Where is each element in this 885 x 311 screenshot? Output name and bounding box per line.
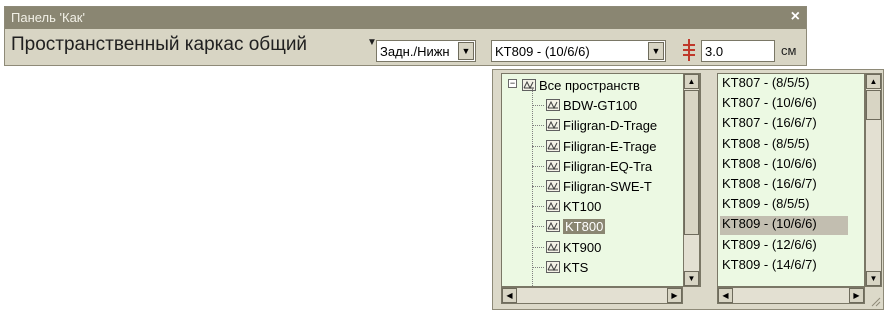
scroll-left-icon[interactable]: ◀ bbox=[502, 288, 517, 303]
truss-icon bbox=[546, 99, 560, 112]
truss-icon bbox=[546, 220, 560, 233]
tree-item-label: Filigran-SWE-T bbox=[563, 179, 652, 194]
scroll-right-icon[interactable]: ▶ bbox=[849, 288, 864, 303]
truss-icon bbox=[546, 180, 560, 192]
tree-connector bbox=[532, 206, 544, 208]
chevron-down-icon[interactable]: ▼ bbox=[458, 42, 474, 60]
panel-kak: Панель 'Как' × Пространственный каркас о… bbox=[4, 6, 807, 66]
pin-icon[interactable] bbox=[680, 38, 698, 62]
list-vertical-scrollbar[interactable]: ▲ ▼ bbox=[865, 73, 882, 287]
scroll-thumb[interactable] bbox=[866, 90, 881, 120]
tree-item-label: Filigran-EQ-Tra bbox=[563, 158, 653, 174]
unit-label: см bbox=[781, 43, 797, 58]
tree-item-label: BDW-GT100 bbox=[563, 98, 638, 114]
list-item[interactable]: KT809 - (12/6/6) bbox=[720, 237, 848, 256]
profile-combo[interactable]: KT809 - (10/6/6) ▼ bbox=[491, 40, 666, 62]
profile-list[interactable]: KT807 - (8/5/5) KT807 - (10/6/6) KT807 - (… bbox=[717, 73, 865, 287]
list-item[interactable]: KT808 - (8/5/5) bbox=[720, 136, 848, 155]
tree-item-label: Filigran-D-Trage bbox=[563, 118, 658, 134]
list-horizontal-scrollbar[interactable]: ◀ ▶ bbox=[717, 287, 865, 304]
scroll-thumb[interactable] bbox=[684, 90, 699, 235]
list-item[interactable]: KT808 - (16/6/7) bbox=[720, 176, 848, 195]
tree-connector bbox=[532, 226, 544, 228]
scroll-up-icon[interactable]: ▲ bbox=[684, 74, 699, 89]
offset-input[interactable] bbox=[701, 40, 775, 62]
scroll-down-icon[interactable]: ▼ bbox=[866, 271, 881, 286]
view-combo[interactable]: Задн./Нижн ▼ bbox=[376, 40, 476, 62]
truss-icon bbox=[522, 79, 536, 91]
collapse-icon[interactable]: − bbox=[508, 79, 517, 88]
list-item[interactable]: KT809 - (14/6/7) bbox=[720, 257, 848, 276]
structure-type-label[interactable]: Пространственный каркас общий bbox=[11, 34, 307, 56]
scroll-left-icon[interactable]: ◀ bbox=[718, 288, 733, 303]
tree-connector bbox=[532, 145, 544, 147]
list-item[interactable]: KT807 - (10/6/6) bbox=[720, 95, 848, 114]
view-combo-value: Задн./Нижн bbox=[380, 44, 450, 59]
profile-tree[interactable]: − Все пространств BDW-GT100 Filigran-D-Tra… bbox=[501, 73, 701, 287]
tree-item-label: Все пространств bbox=[539, 78, 640, 93]
list-item[interactable]: KT809 - (8/5/5) bbox=[720, 196, 848, 215]
tree-connector bbox=[532, 125, 544, 127]
tree-connector bbox=[532, 186, 544, 187]
tree-connector bbox=[532, 105, 544, 107]
tree-connector bbox=[532, 246, 544, 248]
truss-icon bbox=[546, 260, 560, 273]
truss-icon bbox=[546, 119, 560, 132]
tree-item-label: KT800 bbox=[563, 219, 606, 235]
truss-icon bbox=[546, 240, 560, 253]
scroll-up-icon[interactable]: ▲ bbox=[866, 74, 881, 89]
tree-horizontal-scrollbar[interactable]: ◀ ▶ bbox=[501, 287, 683, 304]
list-item[interactable]: KT809 - (10/6/6) bbox=[720, 216, 848, 236]
list-item[interactable]: KT807 - (16/6/7) bbox=[720, 115, 848, 134]
truss-icon bbox=[546, 200, 560, 213]
tree-vertical-scrollbar[interactable]: ▲ ▼ bbox=[683, 73, 700, 287]
truss-icon bbox=[546, 139, 560, 152]
close-icon[interactable]: × bbox=[791, 8, 800, 26]
panel-title: Панель 'Как' bbox=[11, 10, 85, 25]
scroll-down-icon[interactable]: ▼ bbox=[684, 271, 699, 286]
truss-icon bbox=[546, 159, 560, 172]
scroll-right-icon[interactable]: ▶ bbox=[667, 288, 682, 303]
profile-combo-value: KT809 - (10/6/6) bbox=[495, 44, 590, 59]
tree-item-label: Filigran-E-Trage bbox=[563, 138, 657, 154]
list-item[interactable]: KT808 - (10/6/6) bbox=[720, 156, 848, 175]
profile-dropdown-popup: − Все пространств BDW-GT100 Filigran-D-Tra… bbox=[492, 69, 884, 310]
tree-connector bbox=[532, 266, 544, 268]
tree-connector bbox=[532, 88, 533, 286]
resize-grip-icon[interactable] bbox=[869, 295, 881, 307]
tree-item-label: KT900 bbox=[563, 239, 602, 255]
list-item[interactable]: KT807 - (8/5/5) bbox=[720, 75, 848, 94]
tree-connector bbox=[532, 165, 544, 167]
chevron-down-icon[interactable]: ▼ bbox=[648, 42, 664, 60]
tree-item-label: KT100 bbox=[563, 199, 602, 215]
tree-item-label: KTS bbox=[563, 259, 589, 275]
panel-titlebar[interactable]: Панель 'Как' × bbox=[5, 7, 806, 29]
